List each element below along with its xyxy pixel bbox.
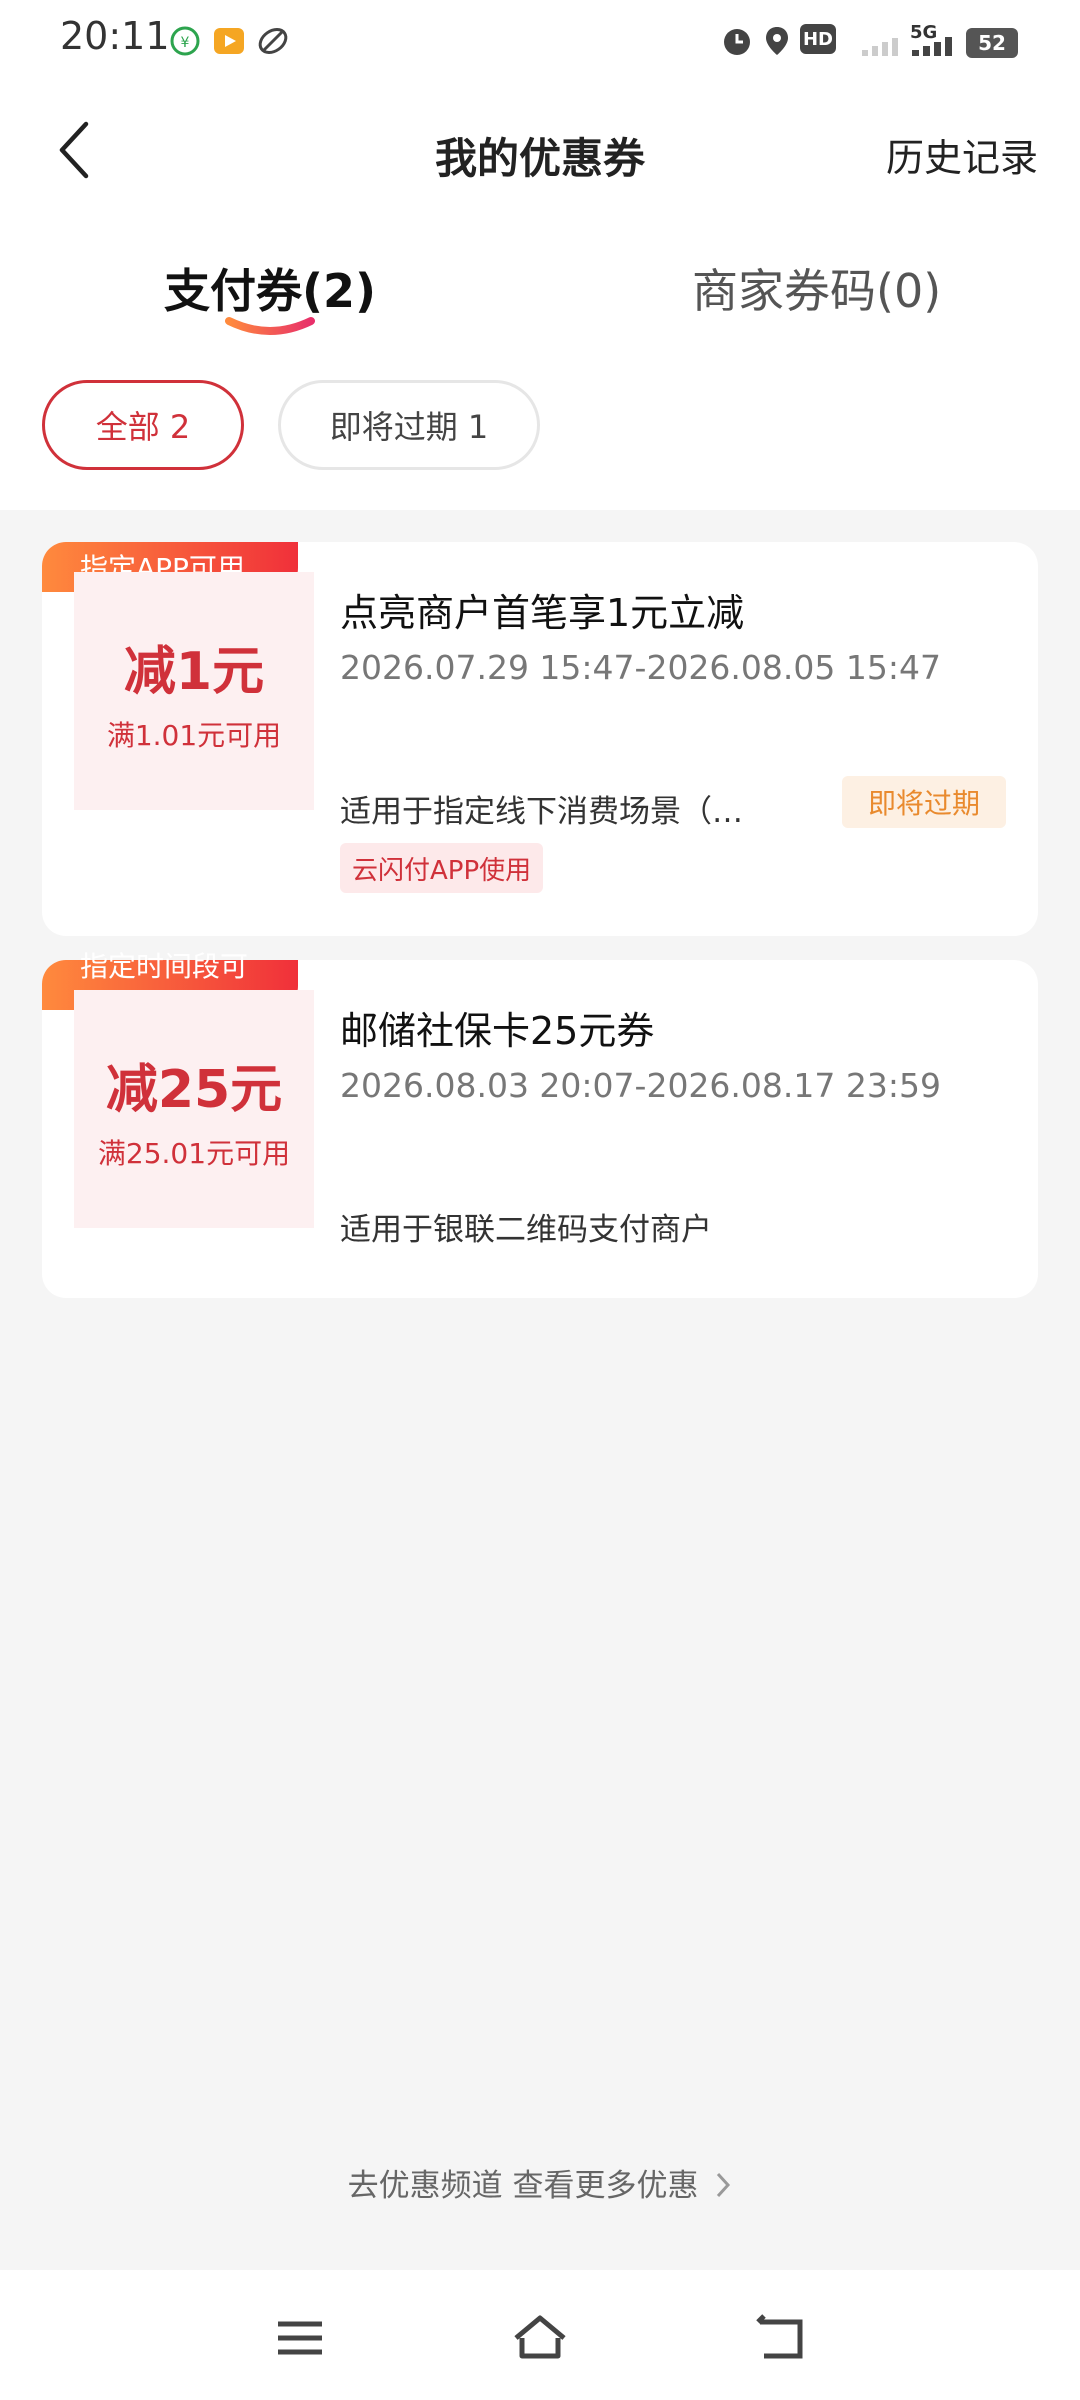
coupon-title: 邮储社保卡25元券 xyxy=(340,1009,655,1053)
svg-text:¥: ¥ xyxy=(181,35,190,51)
expiring-badge: 即将过期 xyxy=(841,776,1006,828)
home-icon[interactable] xyxy=(510,2310,570,2366)
signal-weak-icon xyxy=(862,38,898,56)
filter-expiring-chip[interactable]: 即将过期 1 xyxy=(278,380,540,470)
more-offers-label: 去优惠频道 查看更多优惠 xyxy=(347,2168,699,2204)
chevron-right-icon xyxy=(717,2172,731,2198)
coupon-amount-box: 减25元 满25.01元可用 xyxy=(74,990,314,1228)
coupon-card[interactable]: 指定APP可用 减1元 满1.01元可用 点亮商户首笔享1元立减 2026.07… xyxy=(42,542,1038,936)
link-icon xyxy=(258,28,288,54)
coupon-title: 点亮商户首笔享1元立减 xyxy=(340,591,745,635)
coupon-condition: 满1.01元可用 xyxy=(106,718,282,752)
alarm-icon xyxy=(724,29,750,55)
battery-indicator: 52 xyxy=(966,28,1018,58)
more-offers-link[interactable]: 去优惠频道 查看更多优惠 xyxy=(0,2160,1080,2205)
tab-active-indicator xyxy=(225,317,315,335)
back-icon[interactable] xyxy=(56,118,96,182)
coupon-amount: 减1元 xyxy=(123,641,265,702)
return-icon[interactable] xyxy=(750,2310,810,2366)
coupon-amount: 减25元 xyxy=(105,1059,283,1120)
hd-indicator: HD xyxy=(800,24,836,54)
coupon-validity: 2026.07.29 15:47-2026.08.05 15:47 xyxy=(340,648,941,687)
video-app-icon xyxy=(214,28,244,54)
app-notification-icon: ¥ xyxy=(170,26,200,56)
signal-icon xyxy=(912,37,952,56)
coupon-list: 指定APP可用 减1元 满1.01元可用 点亮商户首笔享1元立减 2026.07… xyxy=(0,510,1080,2270)
tab-merchant-codes[interactable]: 商家券码(0) xyxy=(692,255,941,321)
coupon-condition: 满25.01元可用 xyxy=(97,1136,291,1170)
menu-icon[interactable] xyxy=(270,2310,330,2366)
status-time: 20:11 xyxy=(60,14,170,58)
location-icon xyxy=(766,27,788,55)
coupon-description: 适用于银联二维码支付商户 xyxy=(340,1212,712,1248)
coupon-card[interactable]: 指定时间段可用 减25元 满25.01元可用 邮储社保卡25元券 2026.08… xyxy=(42,950,1038,1298)
filter-all-chip[interactable]: 全部 2 xyxy=(42,380,244,470)
coupon-validity: 2026.08.03 20:07-2026.08.17 23:59 xyxy=(340,1066,941,1105)
system-nav-bar xyxy=(0,2272,1080,2400)
coupon-amount-box: 减1元 满1.01元可用 xyxy=(74,572,314,810)
history-link[interactable]: 历史记录 xyxy=(886,127,1038,182)
coupon-tag: 云闪付APP使用 xyxy=(340,843,544,893)
coupon-description: 适用于指定线下消费场景（… xyxy=(340,794,743,830)
status-bar: 20:11 ¥ HD 5G 52 xyxy=(0,0,1080,80)
tab-payment-coupons[interactable]: 支付券(2) xyxy=(164,255,376,321)
